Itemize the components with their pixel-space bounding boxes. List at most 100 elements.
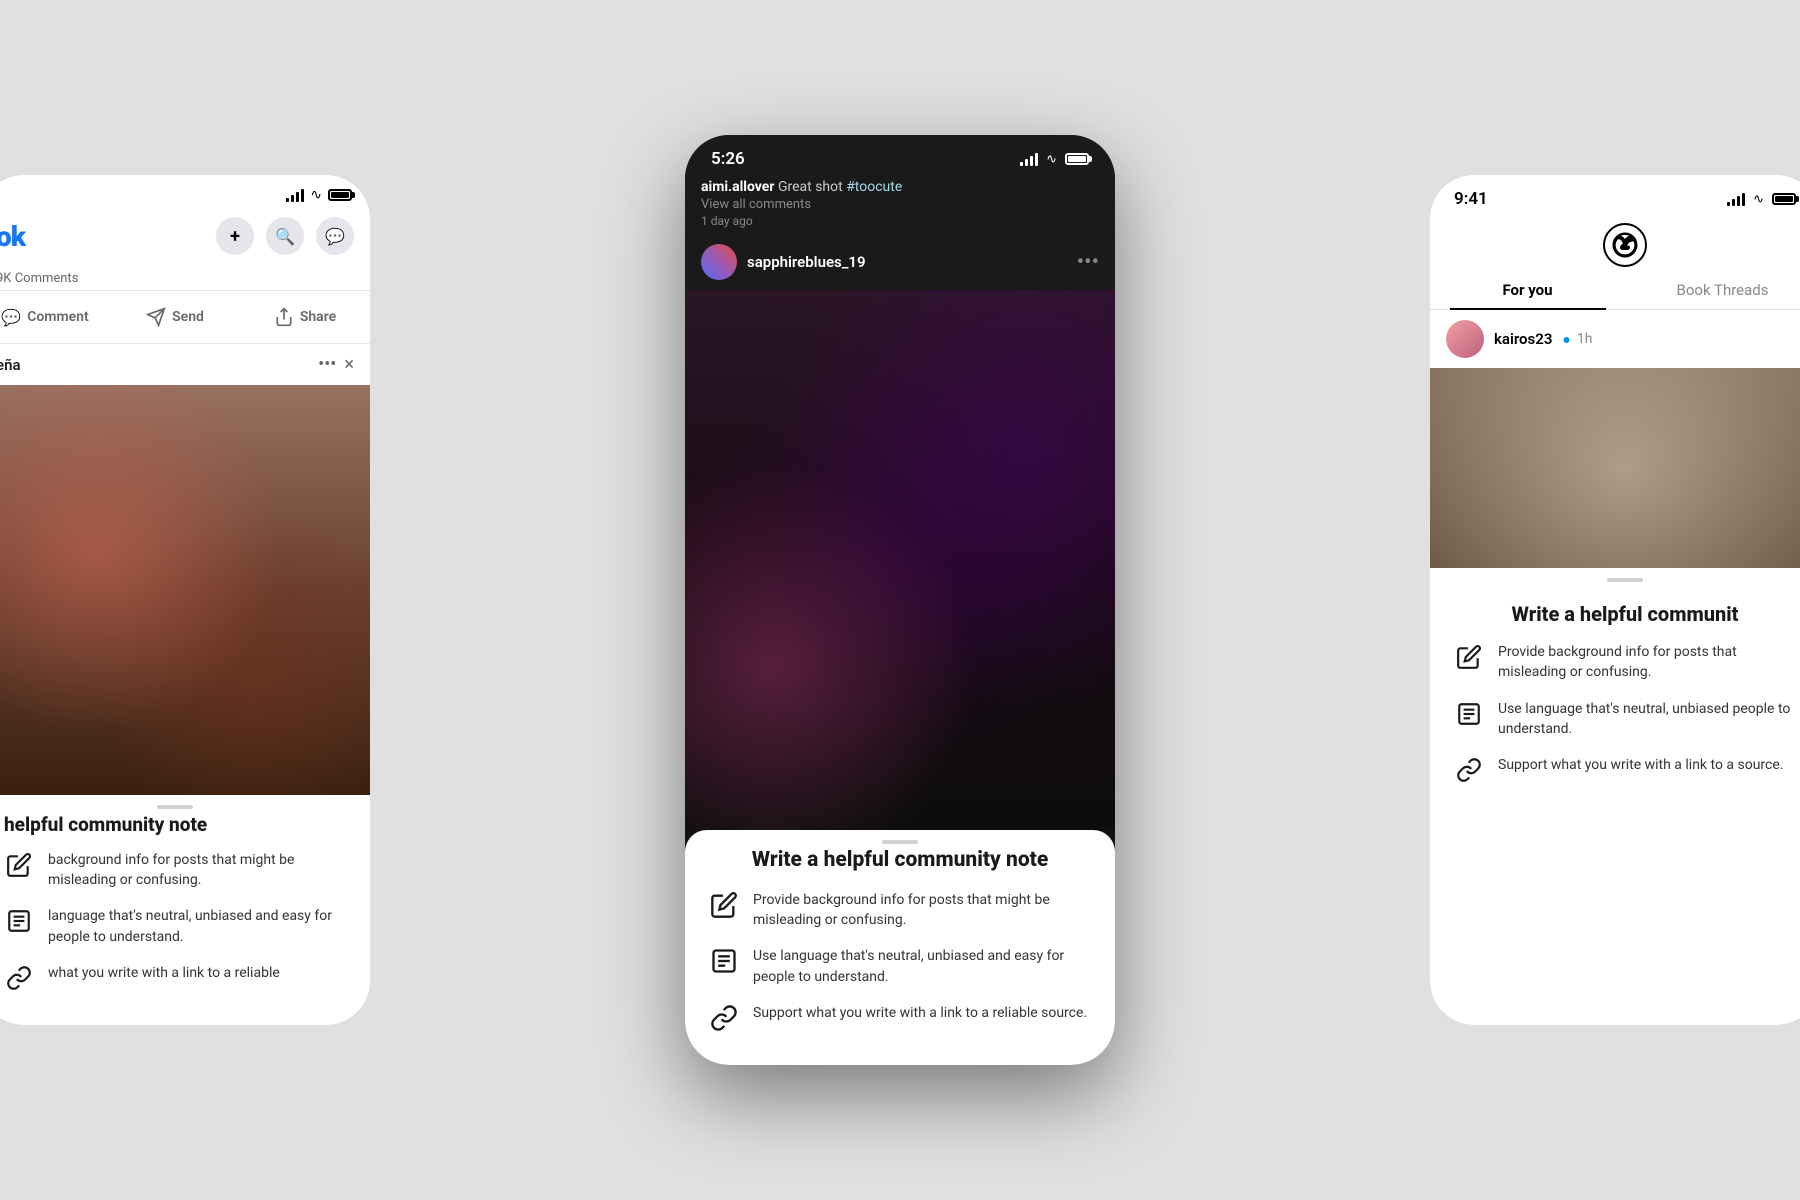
battery-icon-right (1772, 193, 1796, 205)
note-item-2-center: Use language that's neutral, unbiased an… (709, 946, 1091, 987)
threads-image-blur (1430, 368, 1800, 568)
battery-icon-center (1065, 153, 1089, 165)
link-icon-center (709, 1003, 739, 1033)
wifi-icon-right: ∿ (1753, 192, 1764, 207)
note-item-1-center: Provide background info for posts that m… (709, 890, 1091, 931)
instagram-user-row: sapphireblues_19 ••• (685, 234, 1115, 290)
close-button[interactable]: × (344, 354, 354, 375)
add-button[interactable]: + (216, 217, 254, 255)
signal-icon (286, 188, 304, 202)
view-comments[interactable]: View all comments (701, 197, 1099, 212)
tab-for-you[interactable]: For you (1430, 271, 1625, 309)
comment-icon: 💬 (1, 308, 21, 327)
link-icon-left (4, 963, 34, 993)
sheet-title-right: Write a helpful communit (1454, 586, 1796, 626)
note-item-3-text-left: what you write with a link to a reliable (48, 963, 346, 983)
instagram-post-image (685, 290, 1115, 830)
note-item-1-text-left: background info for posts that might be … (48, 850, 346, 891)
comment-section-header: eña ••• × (0, 344, 370, 385)
share-label: Share (300, 309, 336, 325)
note-item-3-text-right: Support what you write with a link to a … (1498, 755, 1796, 775)
handle-bar-right (1607, 578, 1643, 582)
edit-icon-left (4, 850, 34, 880)
status-bar-right: 9:41 ∿ (1430, 175, 1800, 215)
comments-count: 9K Comments (0, 271, 78, 286)
battery-icon (328, 189, 352, 201)
instagram-image-blur (685, 290, 1115, 830)
send-button[interactable]: Send (110, 299, 240, 335)
note-item-2-text-center: Use language that's neutral, unbiased an… (753, 946, 1091, 987)
instagram-username: sapphireblues_19 (747, 253, 1067, 271)
facebook-post-image (0, 385, 370, 795)
edit-icon-right (1454, 642, 1484, 672)
note-item-1-text-center: Provide background info for posts that m… (753, 890, 1091, 931)
signal-icon-right (1727, 192, 1745, 206)
instagram-more-button[interactable]: ••• (1077, 250, 1099, 275)
tab-book-threads[interactable]: Book Threads (1625, 271, 1800, 309)
threads-post-image (1430, 368, 1800, 568)
note-item-2-left: language that's neutral, unbiased and ea… (4, 906, 346, 947)
post-timestamp: 1 day ago (701, 214, 1099, 228)
status-time-right: 9:41 (1454, 189, 1488, 209)
sheet-title-center: Write a helpful community note (709, 848, 1091, 872)
text-icon-center (709, 946, 739, 976)
status-icons-center: ∿ (1020, 152, 1089, 167)
comment-button[interactable]: 💬 Comment (0, 299, 110, 335)
facebook-action-bar: 💬 Comment Send Share (0, 290, 370, 344)
tab-active-indicator (1450, 308, 1606, 310)
text-icon-left (4, 906, 34, 936)
comments-count-bar: 9K Comments (0, 263, 370, 290)
note-item-2-text-left: language that's neutral, unbiased and ea… (48, 906, 346, 947)
send-icon (146, 307, 166, 327)
community-note-sheet-left: helpful community note background info f… (0, 795, 370, 1025)
share-button[interactable]: Share (240, 299, 370, 335)
messenger-button[interactable]: 💬 (316, 217, 354, 255)
threads-logo-wrapper (1430, 215, 1800, 271)
note-item-2-right: Use language that's neutral, unbiased pe… (1454, 699, 1796, 740)
community-note-sheet-center: Write a helpful community note Provide b… (685, 830, 1115, 1065)
text-icon-right (1454, 699, 1484, 729)
phone-right: 9:41 ∿ For you (1430, 175, 1800, 1025)
note-item-1-right: Provide background info for posts that m… (1454, 642, 1796, 683)
tab-book-threads-label: Book Threads (1677, 281, 1769, 299)
threads-user-row: kairos23 ● 1h (1430, 310, 1800, 368)
threads-username: kairos23 (1494, 330, 1552, 348)
threads-tabs: For you Book Threads (1430, 271, 1800, 310)
instagram-caption-area: aimi.allover Great shot #toocute View al… (685, 175, 1115, 234)
more-options-button[interactable]: ••• (318, 354, 336, 375)
share-icon (274, 307, 294, 327)
caption-username: aimi.allover (701, 179, 774, 195)
search-icon: 🔍 (275, 227, 295, 246)
facebook-header: ok + 🔍 💬 (0, 209, 370, 263)
note-item-2-text-right: Use language that's neutral, unbiased pe… (1498, 699, 1796, 740)
signal-icon-center (1020, 152, 1038, 166)
threads-verified-badge: ● (1562, 331, 1570, 348)
comment-label: Comment (27, 309, 88, 325)
sheet-handle-center (709, 830, 1091, 848)
messenger-icon: 💬 (325, 227, 345, 246)
link-icon-right (1454, 755, 1484, 785)
facebook-logo-partial: ok (0, 220, 25, 253)
note-item-1-text-right: Provide background info for posts that m… (1498, 642, 1796, 683)
note-item-3-text-center: Support what you write with a link to a … (753, 1003, 1091, 1023)
handle-bar (157, 805, 193, 809)
note-item-3-right: Support what you write with a link to a … (1454, 755, 1796, 785)
status-bar-left: ∿ (0, 175, 370, 209)
note-item-3-center: Support what you write with a link to a … (709, 1003, 1091, 1033)
community-note-sheet-right: Write a helpful communit Provide backgro… (1430, 568, 1800, 817)
caption-hashtag: #toocute (846, 179, 902, 195)
phone-center: 5:26 ∿ aimi.allover Great shot #toocute … (685, 135, 1115, 1065)
search-button[interactable]: 🔍 (266, 217, 304, 255)
image-blur-overlay (0, 385, 370, 795)
phone-left: ∿ ok + 🔍 💬 9K Comments 💬 Comment (0, 175, 370, 1025)
scene: ∿ ok + 🔍 💬 9K Comments 💬 Comment (0, 0, 1800, 1200)
comment-section-title: eña (0, 356, 310, 374)
threads-logo (1603, 223, 1647, 267)
sheet-title-partial-left: helpful community note (4, 813, 346, 836)
status-bar-center: 5:26 ∿ (685, 135, 1115, 175)
sheet-handle-right (1454, 568, 1796, 586)
handle-bar-center (882, 840, 918, 844)
note-item-1-left: background info for posts that might be … (4, 850, 346, 891)
caption-content: Great shot (778, 179, 846, 195)
wifi-icon-center: ∿ (1046, 152, 1057, 167)
